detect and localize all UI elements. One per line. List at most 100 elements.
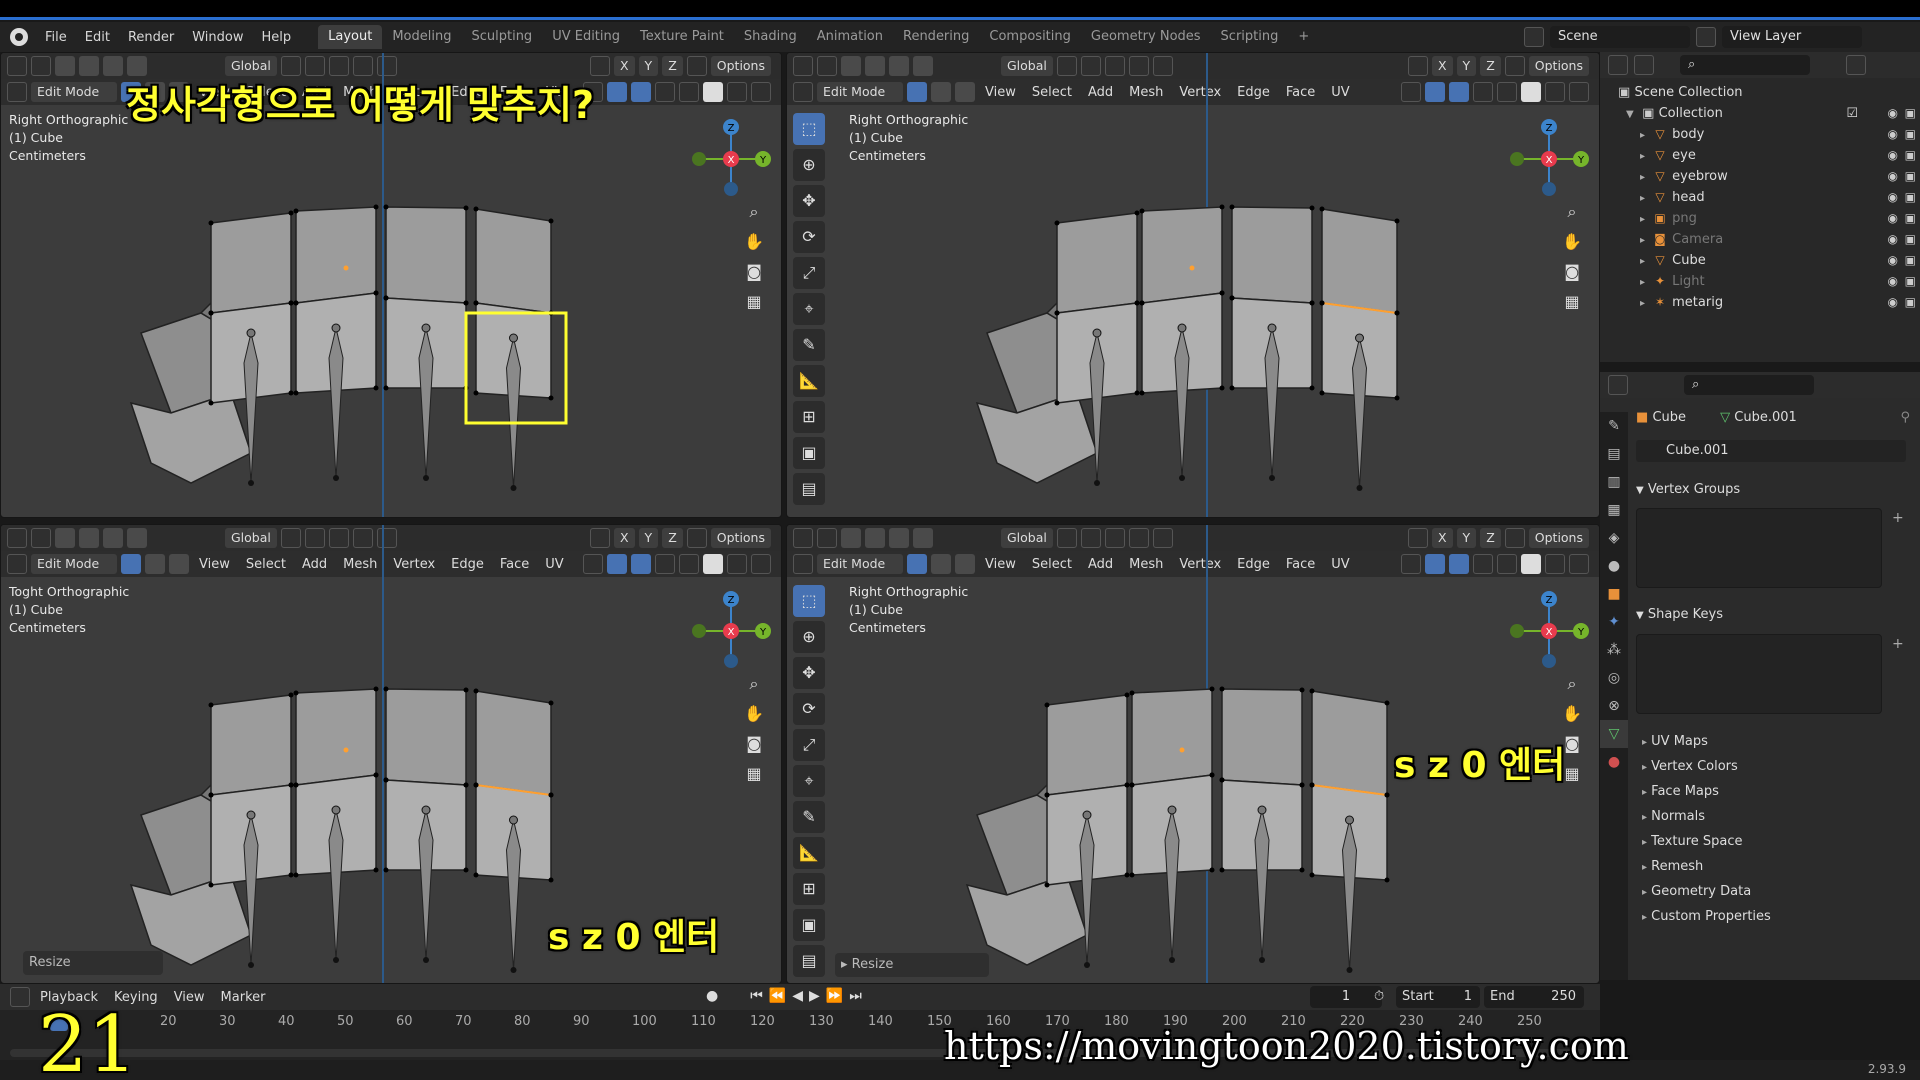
expand-triangle-icon[interactable]: ▸ xyxy=(1640,209,1652,230)
camera-render-icon[interactable]: ▣ xyxy=(1905,229,1916,250)
render-tab-icon[interactable]: ▤ xyxy=(1600,440,1628,468)
add-cube-icon[interactable]: ⊞ xyxy=(793,401,825,433)
constraints-tab-icon[interactable]: ⊗ xyxy=(1600,692,1628,720)
measure-icon[interactable]: 📐 xyxy=(793,837,825,869)
mesh-data-tab-icon[interactable]: ▽ xyxy=(1600,720,1628,748)
editor-type-icon[interactable] xyxy=(10,987,30,1007)
menu-file[interactable]: File xyxy=(36,30,76,45)
eye-icon[interactable]: ◉ xyxy=(1888,271,1898,292)
outliner-item-metarig[interactable]: ▸ ✶ metarig ◉ ▣ xyxy=(1600,292,1920,313)
rotate-icon[interactable]: ⟳ xyxy=(793,693,825,725)
outliner-item-cube[interactable]: ▸ ▽ Cube ◉ ▣ xyxy=(1600,250,1920,271)
add-shape-key-button[interactable]: + xyxy=(1892,636,1904,652)
camera-render-icon[interactable]: ▣ xyxy=(1905,271,1916,292)
annotate-icon[interactable]: ✎ xyxy=(793,801,825,833)
scale-icon[interactable]: ⤢ xyxy=(793,257,825,289)
camera-render-icon[interactable]: ▣ xyxy=(1905,292,1916,313)
view-layer-tab-icon[interactable]: ▦ xyxy=(1600,496,1628,524)
zoom-icon[interactable]: ⌕ xyxy=(741,199,767,225)
particles-tab-icon[interactable]: ⁂ xyxy=(1600,636,1628,664)
menu-view[interactable]: View xyxy=(168,990,211,1005)
tab-modeling[interactable]: Modeling xyxy=(382,25,461,49)
menu-window[interactable]: Window xyxy=(183,30,252,45)
menu-edit[interactable]: Edit xyxy=(76,30,119,45)
camera-render-icon[interactable]: ▣ xyxy=(1905,166,1916,187)
transform-icon[interactable]: ⌖ xyxy=(793,293,825,325)
last-operator-panel[interactable]: ▸ Resize xyxy=(835,953,989,977)
editor-type-icon[interactable] xyxy=(1608,55,1628,75)
play-icon[interactable]: ▶ xyxy=(809,988,820,1004)
tab-sculpting[interactable]: Sculpting xyxy=(461,25,542,49)
menu-help[interactable]: Help xyxy=(253,30,301,45)
camera-view-icon[interactable]: ◙ xyxy=(1559,259,1585,285)
panel-vertex-groups[interactable]: ▼ Vertex Groups xyxy=(1636,482,1740,497)
expand-triangle-icon[interactable]: ▸ xyxy=(1640,293,1652,314)
cursor-icon[interactable]: ⊕ xyxy=(793,621,825,653)
subpanel-texture-space[interactable]: ▸ Texture Space xyxy=(1642,834,1743,849)
properties-search-input[interactable]: ⌕ xyxy=(1684,375,1814,395)
vertex-groups-list[interactable] xyxy=(1636,508,1882,588)
navigation-gizmo[interactable]: Z Y X xyxy=(1509,113,1589,203)
eye-icon[interactable]: ◉ xyxy=(1888,292,1898,313)
outliner-search-input[interactable]: ⌕ xyxy=(1680,55,1810,75)
expand-triangle-icon[interactable]: ▸ xyxy=(1640,230,1652,251)
blender-logo-icon[interactable] xyxy=(10,28,28,46)
extrude-icon[interactable]: ▣ xyxy=(793,437,825,469)
stopwatch-icon[interactable]: ⏱ xyxy=(1374,986,1384,1008)
display-mode-icon[interactable] xyxy=(1634,55,1654,75)
world-tab-icon[interactable]: ● xyxy=(1600,552,1628,580)
pan-hand-icon[interactable]: ✋ xyxy=(741,229,767,255)
expand-triangle-icon[interactable]: ▼ xyxy=(1626,104,1638,125)
camera-view-icon[interactable]: ◙ xyxy=(741,259,767,285)
eye-icon[interactable]: ◉ xyxy=(1888,166,1898,187)
outliner-item-eye[interactable]: ▸ ▽ eye ◉ ▣ xyxy=(1600,145,1920,166)
camera-render-icon[interactable]: ▣ xyxy=(1905,124,1916,145)
tab-rendering[interactable]: Rendering xyxy=(893,25,979,49)
scene-field[interactable]: Scene xyxy=(1550,26,1690,48)
camera-render-icon[interactable]: ▣ xyxy=(1905,187,1916,208)
tab-compositing[interactable]: Compositing xyxy=(979,25,1081,49)
ortho-grid-icon[interactable]: ▦ xyxy=(741,761,767,787)
navigation-gizmo[interactable]: Z Y X xyxy=(691,113,771,203)
outliner-item-eyebrow[interactable]: ▸ ▽ eyebrow ◉ ▣ xyxy=(1600,166,1920,187)
extrude-icon[interactable]: ▣ xyxy=(793,909,825,941)
camera-render-icon[interactable]: ▣ xyxy=(1905,208,1916,229)
play-reverse-icon[interactable]: ◀ xyxy=(792,988,803,1004)
expand-triangle-icon[interactable]: ▸ xyxy=(1640,125,1652,146)
pin-icon[interactable]: ⚲ xyxy=(1900,410,1910,425)
rotate-icon[interactable]: ⟳ xyxy=(793,221,825,253)
physics-tab-icon[interactable]: ◎ xyxy=(1600,664,1628,692)
editor-type-icon[interactable] xyxy=(1608,375,1628,395)
record-icon[interactable]: ● xyxy=(706,988,718,1004)
tab-shading[interactable]: Shading xyxy=(734,25,807,49)
outliner-item-light[interactable]: ▸ ✦ Light ◉ ▣ xyxy=(1600,271,1920,292)
tab-scripting[interactable]: Scripting xyxy=(1211,25,1289,49)
panel-shape-keys[interactable]: ▼ Shape Keys xyxy=(1636,607,1723,622)
outliner-item-png[interactable]: ▸ ▣ png ◉ ▣ xyxy=(1600,208,1920,229)
eye-icon[interactable]: ◉ xyxy=(1888,103,1898,124)
current-frame-field[interactable]: 1 xyxy=(1310,986,1382,1008)
subpanel-geometry-data[interactable]: ▸ Geometry Data xyxy=(1642,884,1751,899)
camera-render-icon[interactable]: ▣ xyxy=(1905,250,1916,271)
scene-collection-row[interactable]: ▣ Scene Collection xyxy=(1600,82,1920,103)
tab-texture-paint[interactable]: Texture Paint xyxy=(630,25,734,49)
subpanel-custom-properties[interactable]: ▸ Custom Properties xyxy=(1642,909,1771,924)
eye-icon[interactable]: ◉ xyxy=(1888,145,1898,166)
subpanel-uv-maps[interactable]: ▸ UV Maps xyxy=(1642,734,1708,749)
select-box-icon[interactable]: ⬚ xyxy=(793,113,825,145)
jump-start-icon[interactable]: ⏮ xyxy=(750,988,763,1004)
mesh-datablock-field[interactable]: Cube.001 xyxy=(1636,440,1906,462)
expand-triangle-icon[interactable]: ▸ xyxy=(1640,167,1652,188)
camera-view-icon[interactable]: ◙ xyxy=(741,731,767,757)
filter-icon[interactable] xyxy=(1846,55,1866,75)
ortho-grid-icon[interactable]: ▦ xyxy=(1559,289,1585,315)
zoom-icon[interactable]: ⌕ xyxy=(741,671,767,697)
viewport-3d-2[interactable]: Global X Y Z Options Edit Mode View Sele… xyxy=(786,52,1600,518)
transform-icon[interactable]: ⌖ xyxy=(793,765,825,797)
eye-icon[interactable]: ◉ xyxy=(1888,187,1898,208)
tab-geometry-nodes[interactable]: Geometry Nodes xyxy=(1081,25,1211,49)
jump-end-icon[interactable]: ⏭ xyxy=(849,988,862,1004)
material-tab-icon[interactable]: ● xyxy=(1600,748,1628,776)
move-icon[interactable]: ✥ xyxy=(793,657,825,689)
pan-hand-icon[interactable]: ✋ xyxy=(1559,229,1585,255)
